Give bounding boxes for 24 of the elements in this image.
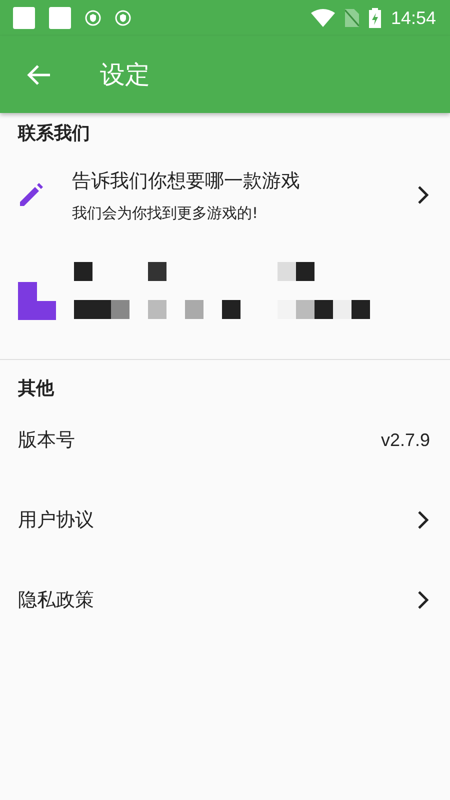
shield-icon (85, 10, 101, 26)
chevron-right-icon (416, 185, 430, 205)
screen-title: 设定 (100, 59, 150, 91)
pencil-icon (18, 182, 44, 208)
section-header: 联系我们 (16, 122, 91, 145)
item-subtitle: 我们会为你找到更多游戏的! (72, 204, 260, 222)
chevron-right-icon (416, 590, 430, 610)
logo-icon (18, 282, 56, 320)
notification-icon (13, 7, 35, 29)
version-value: v2.7.9 (380, 430, 430, 450)
list-item[interactable]: 用户协议 (0, 480, 450, 560)
section-header: 其他 (17, 377, 56, 400)
battery-charging-icon (368, 8, 381, 28)
item-title: 告诉我们你想要哪一款游戏 (72, 168, 301, 194)
chevron-right-icon (416, 510, 430, 530)
item-title: 版本号 (18, 428, 76, 453)
no-sim-icon (344, 9, 359, 27)
notification-icon (49, 7, 71, 29)
shield-icon (115, 10, 131, 26)
list-item[interactable]: 隐私政策 (0, 560, 450, 640)
clock: 14:54 (390, 8, 436, 28)
back-icon[interactable] (26, 64, 52, 86)
wifi-icon (310, 9, 335, 27)
list-item[interactable]: 告诉我们你想要哪一款游戏 我们会为你找到更多游戏的! (0, 145, 450, 245)
